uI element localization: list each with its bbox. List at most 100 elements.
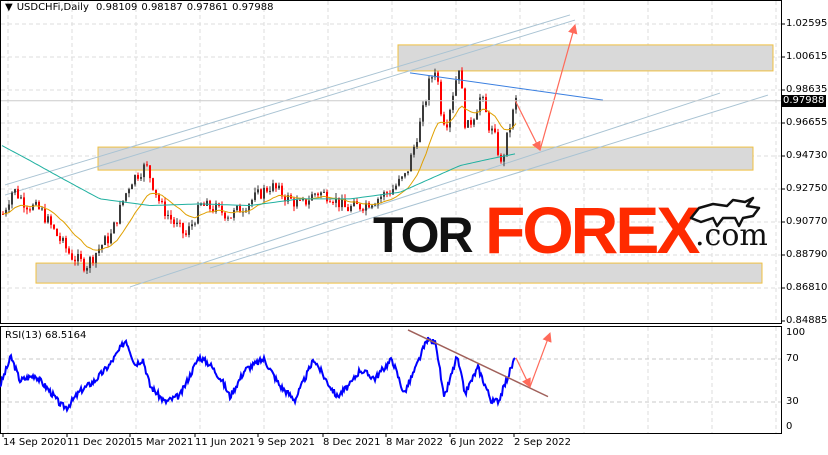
bear-candle [152,178,154,190]
logo-com: .com [695,218,768,253]
bear-candle [65,237,67,249]
bull-candle [413,146,415,155]
bull-candle [62,237,64,241]
bull-candle [32,204,34,210]
bear-candle [182,223,184,234]
triangle-down-icon[interactable]: ▼ [5,2,13,13]
bear-candle [470,120,472,125]
bull-candle [431,77,433,79]
time-axis-label: 8 Mar 2022 [386,437,444,448]
bull-candle [104,236,106,245]
logo: TOR FOREX .com [373,193,768,267]
bear-candle [497,132,499,155]
bear-candle [44,208,46,223]
time-axis-label: 11 Jun 2021 [195,437,256,448]
bull-candle [197,205,199,224]
rsi-header: RSI(13) 68.5164 [5,330,86,341]
price-axis-label: 0.96655 [786,117,828,128]
bull-candle [101,244,103,249]
bear-candle [83,258,85,271]
bull-candle [410,154,412,172]
bear-candle [179,222,181,224]
bear-candle [59,236,61,241]
bear-candle [158,194,160,202]
bull-candle [449,109,451,128]
bull-candle [119,204,121,224]
logo-tor: TOR [373,207,474,263]
rsi-axis-label: 100 [786,327,806,338]
bear-candle [260,189,262,199]
rsi-panel-frame [0,326,782,434]
bull-candle [194,223,196,225]
bull-candle [188,226,190,235]
bull-candle [257,189,259,193]
bear-candle [26,207,28,210]
bear-candle [329,201,331,203]
bull-candle [128,189,130,194]
bear-candle [347,207,349,212]
low-value: 0.97861 [186,2,229,13]
bear-candle [92,257,94,263]
current-price-label: 0.97988 [781,95,827,107]
bull-candle [422,105,424,122]
bull-candle [506,132,508,156]
bull-candle [134,174,136,185]
bull-candle [8,204,10,210]
price-axis-label: 0.86810 [786,282,828,293]
bull-candle [419,121,421,143]
bull-candle [407,171,409,174]
time-axis-label: 2 Sep 2022 [514,437,572,448]
bull-candle [425,101,427,106]
bear-candle [29,209,31,211]
forecast-arrow [539,23,578,151]
bull-candle [458,70,460,81]
bull-candle [278,185,280,189]
bull-candle [479,97,481,112]
bear-candle [107,236,109,244]
rsi-axis-label: 30 [786,396,799,407]
bull-candle [482,97,484,99]
bull-candle [86,268,88,271]
price-axis-label: 0.88790 [786,249,828,260]
bear-candle [38,201,40,210]
bull-candle [14,189,16,193]
rsi-forecast-arrow [529,332,552,388]
bear-candle [494,128,496,133]
rsi-axis-label: 70 [786,353,799,364]
open-value: 0.98109 [96,2,138,13]
bull-candle [125,193,127,201]
rsi-trend-line [407,329,549,398]
price-axis-label: 0.92750 [786,183,828,194]
bull-candle [11,192,13,205]
bull-candle [473,119,475,125]
high-value: 0.98187 [141,2,183,13]
price-axis-label: 0.84885 [786,315,828,326]
bear-candle [221,205,223,213]
bull-candle [311,194,313,201]
time-axis-label: 6 Jun 2022 [450,437,504,448]
bear-candle [359,204,361,210]
bear-candle [386,192,388,194]
bear-candle [362,209,364,211]
bull-candle [512,109,514,129]
bull-candle [263,187,265,199]
bear-candle [281,185,283,197]
logo-forex: FOREX [485,193,700,267]
bear-candle [170,214,172,220]
resistance-trend-line [409,72,604,101]
price-axis-label: 0.90770 [786,216,828,227]
forecast-arrow [514,99,541,152]
bull-candle [227,217,229,219]
bull-candle [272,183,274,191]
bull-candle [323,191,325,193]
bear-candle [317,193,319,196]
symbol-label: USDCHFi,Daily [16,2,89,13]
rsi-label: RSI(13) [5,330,42,341]
bear-candle [488,112,490,131]
price-axis-label: 1.02595 [786,18,828,29]
bull-candle [191,224,193,227]
bull-candle [467,120,469,128]
bull-candle [176,222,178,225]
bear-candle [332,201,334,203]
bull-candle [20,197,22,199]
